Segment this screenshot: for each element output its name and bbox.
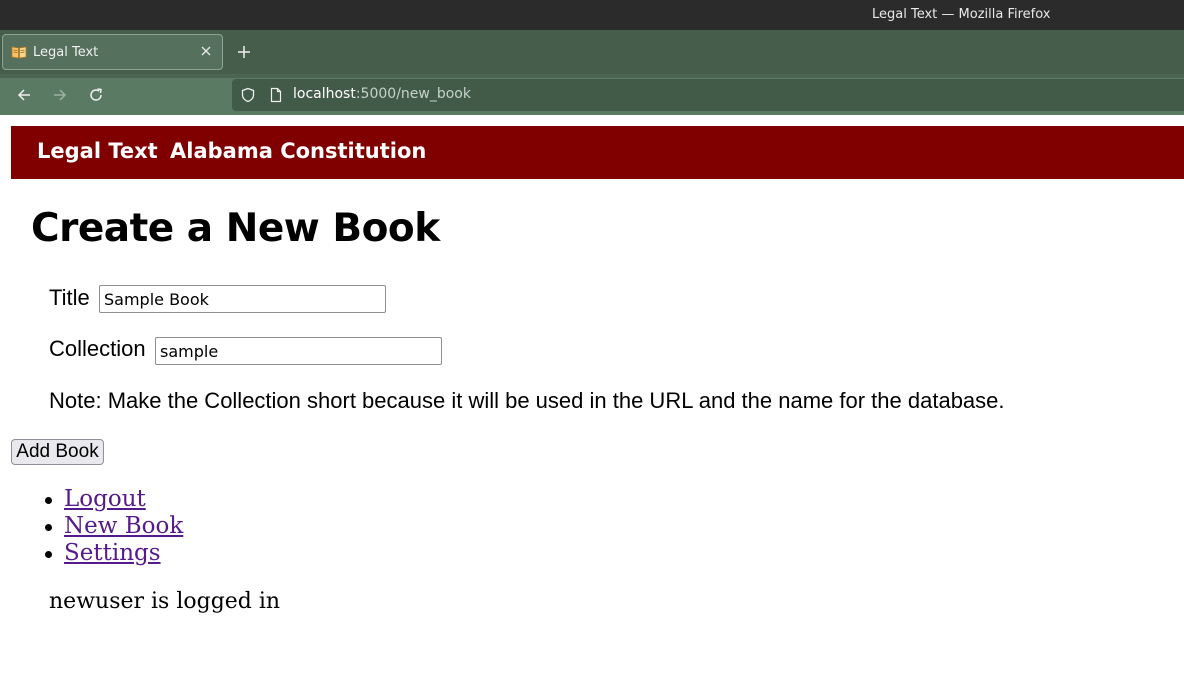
title-label: Title (49, 285, 90, 310)
back-arrow-icon[interactable] (14, 85, 34, 105)
list-item: New Book (44, 513, 183, 540)
close-tab-icon[interactable] (198, 43, 214, 59)
new-tab-icon[interactable] (234, 42, 254, 62)
page-title: Create a New Book (31, 206, 440, 251)
site-header: Legal Text Alabama Constitution (11, 126, 1184, 179)
collection-label: Collection (49, 336, 146, 361)
forward-arrow-icon[interactable] (50, 85, 70, 105)
site-brand-link[interactable]: Legal Text (37, 139, 158, 163)
book-icon (11, 44, 27, 60)
url-text: localhost:5000/new_book (293, 86, 471, 102)
shield-icon[interactable] (240, 87, 256, 103)
tab-label: Legal Text (33, 45, 99, 60)
list-item: Settings (44, 540, 183, 567)
add-book-button[interactable]: Add Book (11, 439, 104, 465)
reload-icon[interactable] (86, 85, 106, 105)
logout-link[interactable]: Logout (64, 486, 146, 512)
title-input[interactable] (99, 285, 386, 313)
tab-legal-text[interactable]: Legal Text (2, 34, 223, 70)
navigation-toolbar: localhost:5000/new_book (0, 74, 1184, 115)
collection-note: Note: Make the Collection short because … (49, 388, 1005, 413)
address-bar[interactable]: localhost:5000/new_book (232, 79, 1184, 111)
login-status: newuser is logged in (49, 589, 281, 614)
collection-link[interactable]: Alabama Constitution (170, 139, 426, 163)
user-links-list: Logout New Book Settings (44, 486, 183, 567)
collection-input[interactable] (155, 337, 442, 365)
url-host: localhost (293, 86, 356, 102)
url-path: :5000/new_book (355, 86, 471, 102)
window-title: Legal Text — Mozilla Firefox (872, 7, 1051, 22)
page-icon (268, 87, 284, 103)
tab-strip: Legal Text (0, 30, 1184, 74)
new-book-link[interactable]: New Book (64, 513, 183, 539)
list-item: Logout (44, 486, 183, 513)
window-titlebar: Legal Text — Mozilla Firefox (0, 0, 1184, 30)
settings-link[interactable]: Settings (64, 540, 161, 566)
